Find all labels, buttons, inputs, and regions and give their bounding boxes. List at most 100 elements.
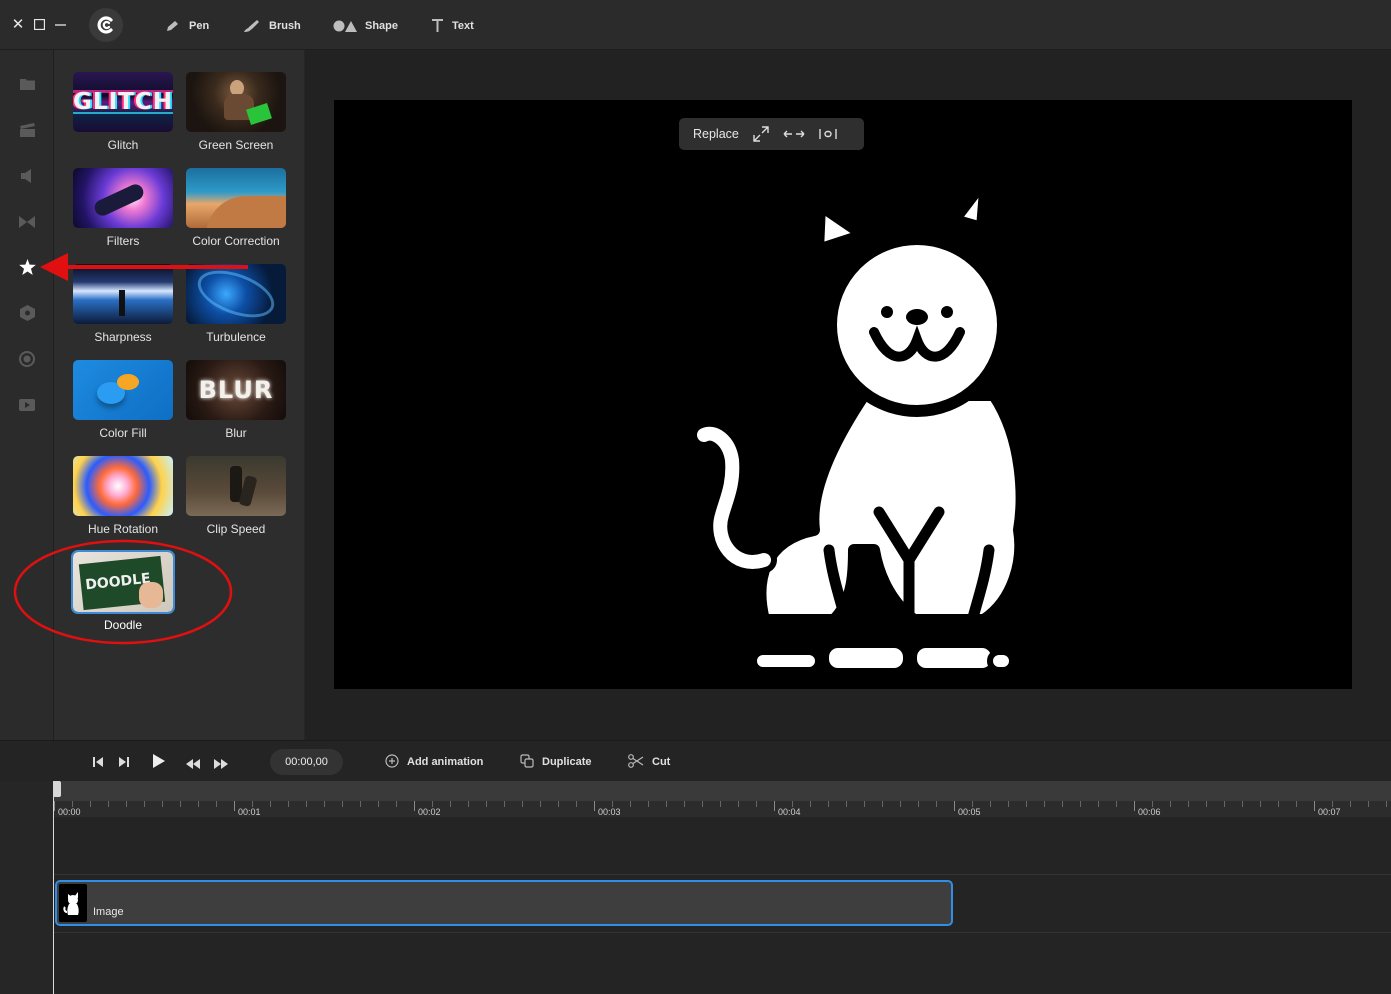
ruler-tick: [162, 801, 163, 807]
brush-tool-button[interactable]: Brush: [243, 14, 301, 38]
effect-label: Color Correction: [192, 234, 280, 248]
fullscreen-icon[interactable]: [753, 126, 769, 142]
track-divider: [54, 874, 1391, 875]
ruler-tick: [990, 801, 991, 807]
playhead-handle[interactable]: [53, 781, 61, 797]
folder-icon[interactable]: [17, 74, 37, 94]
ruler-tick: [468, 801, 469, 807]
timecode-display[interactable]: 00:00,00: [270, 749, 343, 775]
ruler-tick: [414, 801, 415, 811]
skip-to-end-icon[interactable]: [118, 755, 130, 773]
effect-blur[interactable]: BLUR Blur: [186, 360, 286, 440]
ruler-tick: [1044, 801, 1045, 807]
preview-canvas[interactable]: [334, 100, 1352, 689]
settings-hex-icon[interactable]: [17, 303, 37, 323]
ruler-tick: [1332, 801, 1333, 807]
ruler-tick: [540, 801, 541, 807]
add-animation-button[interactable]: Add animation: [385, 753, 483, 771]
ruler-tick: [612, 801, 613, 807]
effect-turbulence[interactable]: Turbulence: [186, 264, 286, 344]
effect-green-screen[interactable]: Green Screen: [186, 72, 286, 152]
ruler-tick: [54, 801, 55, 811]
add-animation-label: Add animation: [407, 756, 484, 768]
effects-panel: GLITCH Glitch Green Screen Filters Color…: [54, 50, 304, 740]
glitch-thumb-text: GLITCH: [73, 89, 173, 115]
add-circle-icon: [385, 753, 399, 771]
effect-thumbnail: DOODLE: [71, 550, 175, 614]
effect-color-correction[interactable]: Color Correction: [186, 168, 286, 248]
effect-filters[interactable]: Filters: [73, 168, 173, 248]
effect-doodle[interactable]: DOODLE Doodle: [71, 550, 175, 632]
ruler-tick: [1296, 801, 1297, 807]
ruler-tick: [198, 801, 199, 807]
effect-color-fill[interactable]: Color Fill: [73, 360, 173, 440]
shape-icon: [333, 19, 357, 33]
ruler-tick: [666, 801, 667, 807]
pen-tool-label: Pen: [189, 20, 210, 32]
ruler-tick: [972, 801, 973, 807]
effect-sharpness[interactable]: Sharpness: [73, 264, 173, 344]
ruler-tick: [1116, 801, 1117, 807]
ruler-tick: [1314, 801, 1315, 811]
brush-icon: [243, 19, 261, 33]
ruler-tick: [1134, 801, 1135, 811]
effects-star-icon[interactable]: [17, 257, 37, 277]
ruler-tick: [108, 801, 109, 807]
ruler-label: 00:05: [958, 807, 981, 817]
timeline-toolbar: 00:00,00 Add animation Duplicate Cut: [0, 741, 1391, 781]
fit-icon[interactable]: [819, 128, 837, 140]
effect-thumbnail: [186, 168, 286, 228]
ruler-tick: [828, 801, 829, 807]
ruler-tick: [918, 801, 919, 807]
text-icon: [431, 19, 444, 33]
playhead[interactable]: [53, 781, 54, 994]
ruler-tick: [864, 801, 865, 807]
shape-tool-button[interactable]: Shape: [333, 14, 398, 38]
effect-glitch[interactable]: GLITCH Glitch: [73, 72, 173, 152]
ruler-tick: [648, 801, 649, 807]
effect-clip-speed[interactable]: Clip Speed: [186, 456, 286, 536]
effect-label: Color Fill: [99, 426, 147, 440]
scrub-bar[interactable]: [54, 781, 1391, 801]
effect-thumbnail: [73, 264, 173, 324]
ruler-tick: [1386, 801, 1387, 807]
ruler-tick: [1098, 801, 1099, 807]
effect-label: Blur: [225, 426, 247, 440]
left-sidebar: [0, 50, 54, 740]
ruler-tick: [1278, 801, 1279, 807]
ruler-tick: [810, 801, 811, 807]
ruler-tick: [594, 801, 595, 811]
image-clip[interactable]: Image: [55, 880, 953, 926]
text-tool-button[interactable]: Text: [431, 14, 474, 38]
effect-thumbnail: [186, 72, 286, 132]
clapperboard-icon[interactable]: [17, 120, 37, 140]
close-window-icon[interactable]: ✕: [8, 13, 28, 35]
ruler-label: 00:01: [238, 807, 261, 817]
audio-icon[interactable]: [17, 166, 37, 186]
effect-label: Clip Speed: [206, 522, 266, 536]
time-ruler[interactable]: 00:00 00:01 00:02 00:03 00:04 00:05 00:0…: [54, 781, 1391, 817]
cut-button[interactable]: Cut: [628, 753, 670, 771]
flip-horizontal-icon[interactable]: [783, 129, 805, 139]
ruler-tick: [378, 801, 379, 807]
minimize-window-icon[interactable]: [50, 13, 70, 35]
pen-tool-button[interactable]: Pen: [165, 14, 209, 38]
duplicate-button[interactable]: Duplicate: [520, 753, 592, 771]
play-icon[interactable]: [152, 753, 166, 774]
maximize-window-icon[interactable]: [29, 13, 49, 35]
record-icon[interactable]: [17, 349, 37, 369]
video-icon[interactable]: [17, 395, 37, 415]
skip-to-start-icon[interactable]: [92, 755, 104, 773]
rewind-icon[interactable]: [186, 756, 200, 774]
track-divider: [54, 932, 1391, 933]
ruler-tick: [1350, 801, 1351, 807]
top-toolbar: ✕ Pen Brush Shape Text: [0, 0, 1391, 50]
app-logo[interactable]: [89, 8, 123, 42]
transition-icon[interactable]: [17, 212, 37, 232]
effect-label: Green Screen: [198, 138, 274, 152]
replace-button[interactable]: Replace: [693, 127, 739, 141]
effect-hue-rotation[interactable]: Hue Rotation: [73, 456, 173, 536]
fast-forward-icon[interactable]: [214, 756, 228, 774]
ruler-tick: [774, 801, 775, 811]
clip-thumbnail: [59, 884, 87, 922]
